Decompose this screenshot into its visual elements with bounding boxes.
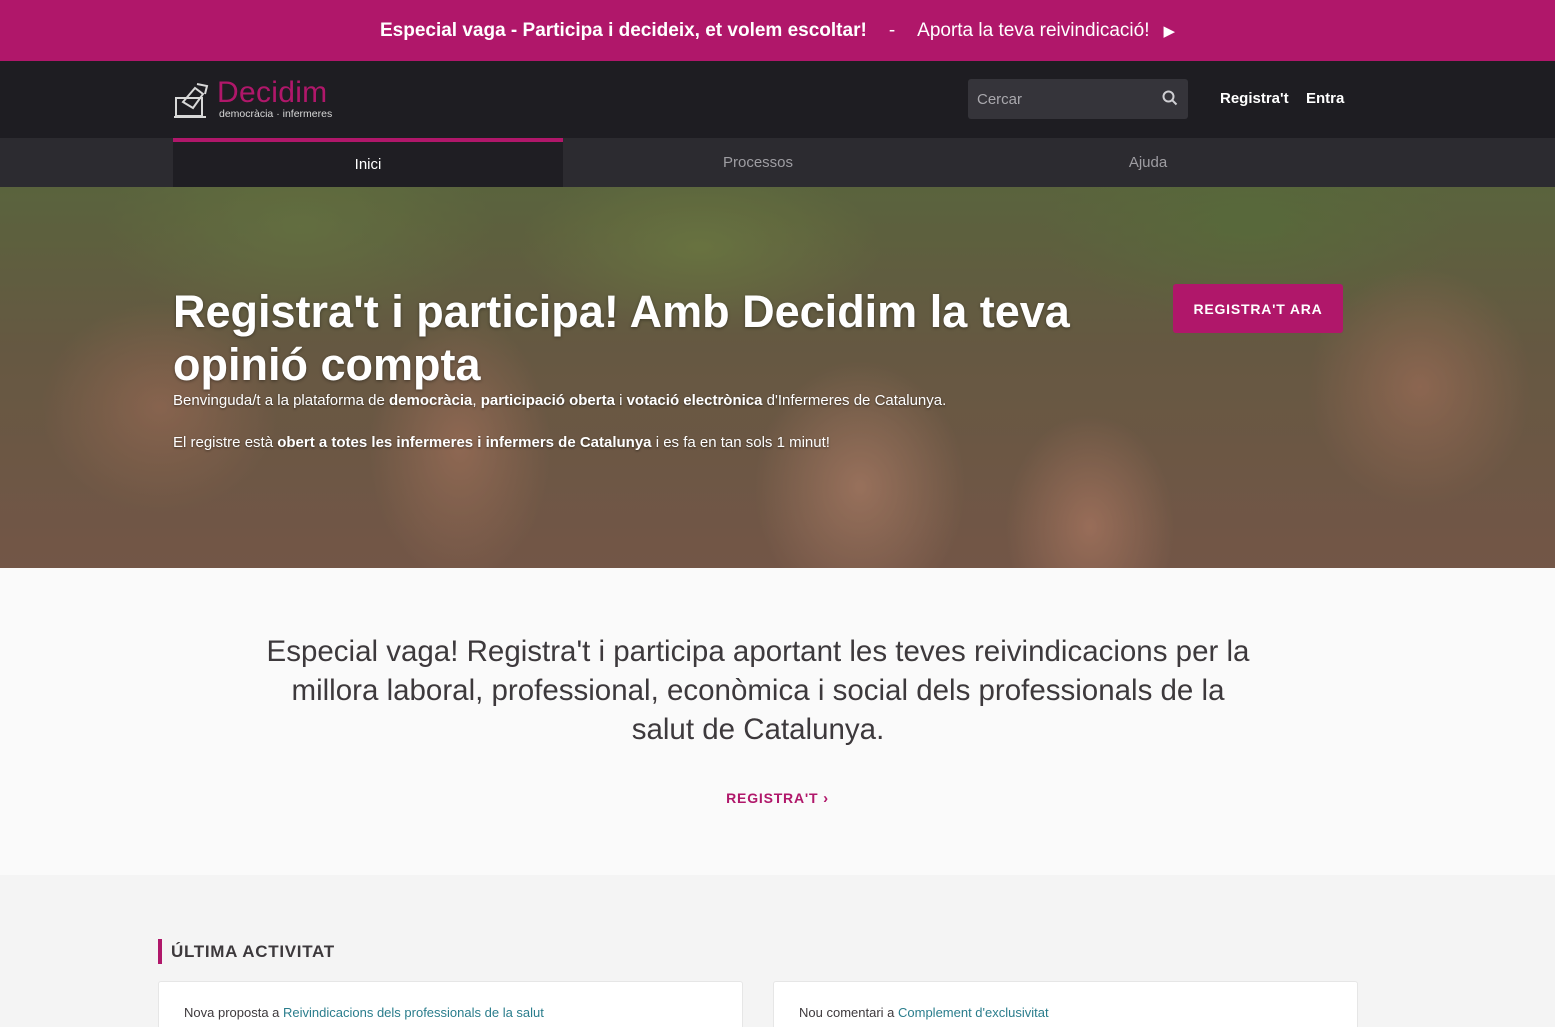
- announcement-title: Especial vaga - Participa i decideix, et…: [379, 19, 867, 41]
- announcement-separator: -: [888, 19, 896, 41]
- intro-register-link[interactable]: REGISTRA'T ›: [0, 790, 1555, 807]
- hero-paragraph-1: Benvinguda/t a la plataforma de democràc…: [173, 392, 947, 409]
- activity-link[interactable]: Reivindicacions dels professionals de la…: [283, 1005, 544, 1020]
- tab-label: Ajuda: [1128, 154, 1168, 171]
- tab-ajuda[interactable]: Ajuda: [953, 138, 1343, 187]
- register-now-button[interactable]: REGISTRA'T ARA: [1173, 284, 1343, 333]
- search-input[interactable]: [968, 90, 1148, 108]
- intro-register-label: REGISTRA'T: [726, 790, 819, 806]
- activity-prefix: Nou comentari a: [799, 1005, 898, 1020]
- hero-paragraph-2: El registre està obert a totes les infer…: [173, 434, 830, 451]
- activity-section-title: ÚLTIMA ACTIVITAT: [158, 939, 335, 964]
- activity-link[interactable]: Complement d'exclusivitat: [898, 1005, 1049, 1020]
- register-link[interactable]: Registra't: [1220, 90, 1289, 107]
- site-header: Decidim democràcia · infermeres Registra…: [0, 61, 1555, 138]
- search-box: [968, 79, 1188, 119]
- site-logo[interactable]: Decidim democràcia · infermeres: [173, 78, 332, 122]
- intro-section: Especial vaga! Registra't i participa ap…: [0, 568, 1555, 875]
- activity-card: Nou comentari a Complement d'exclusivita…: [773, 981, 1358, 1027]
- activity-card: Nova proposta a Reivindicacions dels pro…: [158, 981, 743, 1027]
- main-nav: Inici Processos Ajuda: [0, 138, 1555, 187]
- announcement-bar[interactable]: Especial vaga - Participa i decideix, et…: [0, 0, 1555, 61]
- search-icon[interactable]: [1162, 90, 1178, 106]
- play-icon: ▶: [1163, 22, 1176, 40]
- ballot-hand-icon: [174, 83, 209, 118]
- hero-banner: Registra't i participa! Amb Decidim la t…: [0, 187, 1555, 568]
- activity-prefix: Nova proposta a: [184, 1005, 284, 1020]
- intro-text: Especial vaga! Registra't i participa ap…: [266, 635, 1250, 746]
- chevron-right-icon: ›: [823, 790, 829, 807]
- tab-processos[interactable]: Processos: [563, 138, 953, 187]
- tab-label: Processos: [722, 154, 794, 171]
- logo-subtitle: democràcia · infermeres: [219, 108, 333, 120]
- tab-inici[interactable]: Inici: [173, 138, 563, 187]
- logo-name: Decidim: [217, 76, 328, 109]
- hero-title: Registra't i participa! Amb Decidim la t…: [173, 286, 1070, 390]
- announcement-link[interactable]: Aporta la teva reivindicació!: [917, 20, 1149, 42]
- tab-label: Inici: [354, 156, 382, 173]
- login-link[interactable]: Entra: [1306, 90, 1344, 107]
